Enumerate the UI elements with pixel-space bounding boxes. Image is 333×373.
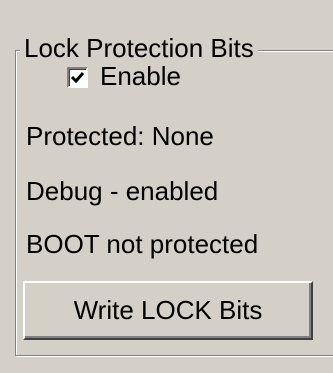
boot-status-text: BOOT not protected xyxy=(26,229,259,259)
protected-status-text: Protected: None xyxy=(26,121,214,151)
write-lock-bits-button[interactable]: Write LOCK Bits xyxy=(23,281,313,340)
checkmark-icon xyxy=(70,72,85,84)
enable-checkbox-label[interactable]: Enable xyxy=(100,60,181,92)
debug-status-text: Debug - enabled xyxy=(26,176,219,206)
write-lock-bits-button-label: Write LOCK Bits xyxy=(73,295,263,325)
enable-checkbox[interactable] xyxy=(67,67,88,88)
